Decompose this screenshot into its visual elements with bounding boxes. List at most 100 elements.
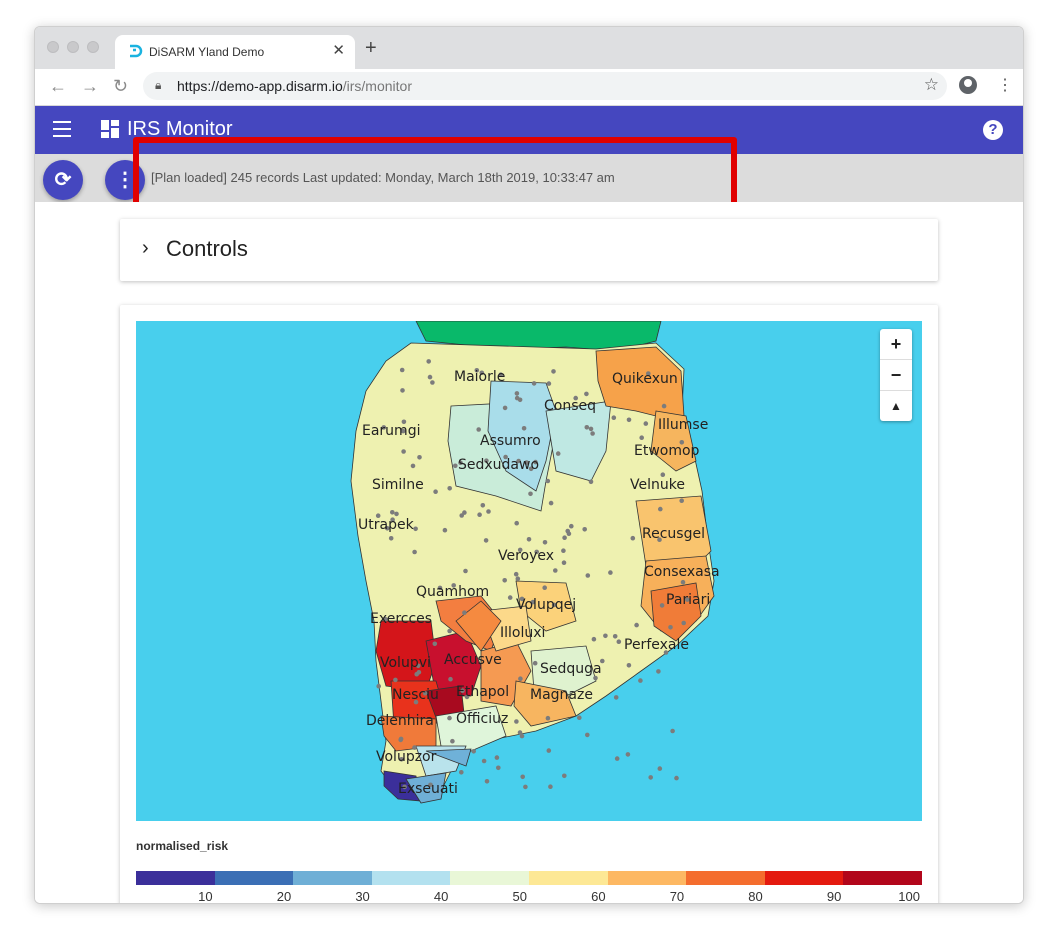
sample-point bbox=[447, 715, 452, 721]
zoom-out-button[interactable]: − bbox=[880, 360, 912, 391]
legend-swatch bbox=[293, 871, 372, 885]
refresh-icon: ⟳ bbox=[54, 169, 72, 191]
sample-point bbox=[626, 663, 632, 668]
sample-point bbox=[548, 784, 553, 789]
sample-point bbox=[401, 449, 406, 454]
plus-icon[interactable]: + bbox=[365, 37, 377, 60]
sample-point bbox=[674, 775, 679, 781]
map-zoom-controls: + − ▲ bbox=[880, 329, 912, 421]
browser-tab[interactable]: DiSARM Yland Demo ✕ bbox=[115, 35, 355, 69]
sample-point bbox=[657, 766, 663, 771]
controls-panel[interactable]: › Controls bbox=[120, 219, 938, 281]
reload-icon[interactable]: ↻ bbox=[113, 76, 128, 97]
sample-point bbox=[668, 625, 673, 630]
refresh-button[interactable]: ⟳ bbox=[43, 160, 83, 200]
bookmark-star-icon[interactable]: ☆ bbox=[924, 75, 939, 95]
account-icon[interactable] bbox=[959, 76, 977, 94]
sample-point bbox=[562, 535, 567, 540]
sample-point bbox=[410, 463, 416, 469]
sample-point bbox=[561, 560, 567, 565]
sample-point bbox=[542, 585, 547, 590]
legend-label: 60 bbox=[591, 889, 606, 904]
sample-point bbox=[546, 748, 552, 753]
sample-point bbox=[612, 634, 618, 639]
place-label: Magnaze bbox=[530, 687, 593, 703]
sample-point bbox=[463, 568, 468, 574]
place-label: Officiuz bbox=[456, 711, 508, 727]
sample-point bbox=[577, 715, 582, 720]
sample-point bbox=[514, 391, 520, 396]
sample-point bbox=[584, 391, 589, 397]
sample-point bbox=[561, 548, 566, 553]
map-svg: Maiorle Quikexun Conseq Earumgi Illumse … bbox=[350, 321, 720, 804]
browser-toolbar: ← → ↻ 🔒︎ https://demo-app.disarm.io/irs/… bbox=[35, 69, 1023, 106]
help-icon[interactable]: ? bbox=[983, 120, 1003, 140]
zoom-window-button[interactable] bbox=[87, 41, 99, 53]
sample-point bbox=[432, 641, 438, 647]
place-label: Velnuke bbox=[630, 477, 685, 493]
close-window-button[interactable] bbox=[47, 41, 59, 53]
sample-point bbox=[462, 510, 467, 515]
place-label: Earumgi bbox=[362, 423, 420, 439]
forward-arrow-icon[interactable]: → bbox=[81, 76, 99, 97]
close-icon[interactable]: ✕ bbox=[332, 41, 345, 59]
sample-point bbox=[603, 633, 608, 639]
controls-label: Controls bbox=[166, 236, 248, 261]
sample-point bbox=[585, 732, 590, 738]
more-vertical-icon: ⋮ bbox=[115, 169, 135, 191]
url-text: https://demo-app.disarm.io/irs/monitor bbox=[177, 78, 412, 94]
place-label: Accusve bbox=[444, 652, 502, 668]
risk-map[interactable]: Maiorle Quikexun Conseq Earumgi Illumse … bbox=[136, 321, 922, 821]
sample-point bbox=[430, 380, 435, 385]
sample-point bbox=[427, 374, 433, 380]
minimize-window-button[interactable] bbox=[67, 41, 79, 53]
disarm-logo-icon bbox=[130, 44, 143, 58]
sample-point bbox=[517, 730, 523, 735]
sample-point bbox=[496, 765, 501, 771]
place-label: Volupqej bbox=[516, 597, 576, 613]
sample-point bbox=[494, 755, 500, 760]
sample-point bbox=[486, 509, 491, 514]
place-label: Illoluxi bbox=[500, 625, 545, 641]
browser-window: DiSARM Yland Demo ✕ + ← → ↻ 🔒︎ https://d… bbox=[34, 26, 1024, 904]
legend-swatch bbox=[528, 871, 608, 885]
sample-point bbox=[507, 595, 513, 600]
lock-icon: 🔒︎ bbox=[155, 78, 162, 92]
sample-point bbox=[634, 622, 639, 628]
sample-point bbox=[616, 639, 622, 644]
sample-point bbox=[613, 695, 619, 700]
sample-point bbox=[502, 578, 508, 583]
place-label: Perfexale bbox=[624, 637, 689, 653]
map-card: Maiorle Quikexun Conseq Earumgi Illumse … bbox=[120, 305, 938, 904]
sample-point bbox=[462, 610, 467, 615]
sample-point bbox=[588, 426, 594, 432]
sample-point bbox=[584, 425, 590, 430]
sample-point bbox=[565, 528, 570, 534]
browser-menu-icon[interactable]: ⋮ bbox=[997, 75, 1013, 95]
sample-point bbox=[515, 576, 521, 581]
compass-reset-button[interactable]: ▲ bbox=[880, 391, 912, 421]
sample-point bbox=[476, 427, 482, 432]
place-label: Veroyex bbox=[498, 548, 554, 564]
sample-point bbox=[518, 676, 523, 681]
sample-point bbox=[398, 737, 404, 743]
sample-point bbox=[484, 779, 490, 784]
zoom-in-button[interactable]: + bbox=[880, 329, 912, 360]
place-label: Assumro bbox=[480, 433, 541, 449]
hamburger-menu-icon[interactable] bbox=[53, 121, 71, 137]
sample-point bbox=[542, 540, 548, 545]
address-bar[interactable]: 🔒︎ https://demo-app.disarm.io/irs/monito… bbox=[143, 72, 947, 100]
legend-labels: 10 20 30 40 50 60 70 80 90 100 bbox=[136, 889, 922, 904]
place-label: Illumse bbox=[658, 417, 708, 433]
legend-swatch bbox=[136, 871, 215, 885]
sample-point bbox=[546, 381, 552, 386]
place-label: Nesciu bbox=[392, 687, 439, 703]
sample-point bbox=[614, 756, 620, 761]
sample-point bbox=[390, 510, 395, 515]
back-arrow-icon[interactable]: ← bbox=[49, 76, 67, 97]
legend-swatch bbox=[843, 871, 922, 885]
place-label: Utrapek bbox=[358, 517, 415, 533]
sample-point bbox=[528, 491, 533, 497]
legend-label: 100 bbox=[898, 889, 920, 904]
sample-point bbox=[555, 451, 561, 456]
